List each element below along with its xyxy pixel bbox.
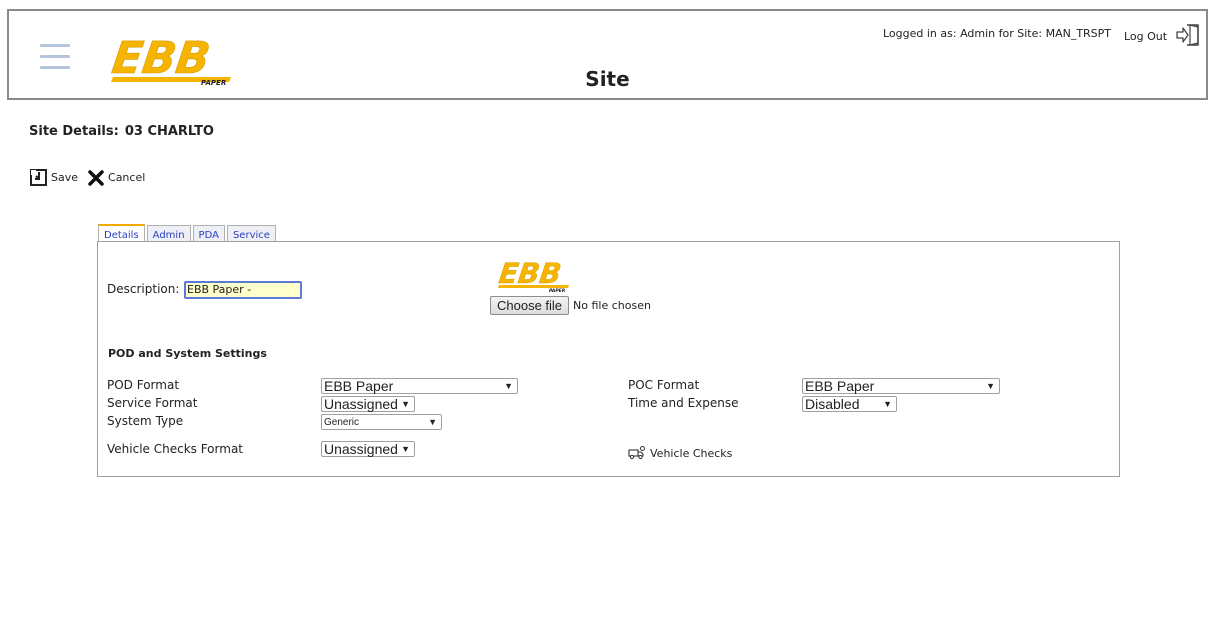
login-info: Logged in as: Admin for Site: MAN_TRSPT bbox=[883, 27, 1112, 40]
svg-text:EBB: EBB bbox=[497, 257, 563, 290]
dropdown-arrow-icon: ▼ bbox=[401, 399, 410, 409]
site-logo-preview: EBB PAPER bbox=[497, 254, 571, 296]
time-and-expense-value: Disabled bbox=[805, 396, 860, 412]
site-code: 03 CHARLTO bbox=[124, 124, 214, 139]
system-type-value: Generic bbox=[324, 417, 360, 428]
dropdown-arrow-icon: ▼ bbox=[428, 417, 437, 427]
pod-format-value: EBB Paper bbox=[324, 378, 394, 394]
pod-format-select[interactable]: EBB Paper ▼ bbox=[321, 378, 518, 394]
system-type-label: System Type bbox=[107, 414, 184, 428]
service-format-select[interactable]: Unassigned ▼ bbox=[321, 396, 415, 412]
save-button[interactable]: Save bbox=[30, 169, 78, 186]
vehicle-checks-label: Vehicle Checks bbox=[650, 446, 733, 460]
svg-text:PAPER: PAPER bbox=[549, 288, 566, 292]
site-details-label: Site Details: bbox=[29, 124, 119, 139]
time-and-expense-select[interactable]: Disabled ▼ bbox=[802, 396, 897, 412]
vehicle-checks-format-label: Vehicle Checks Format bbox=[107, 442, 243, 456]
pod-format-label: POD Format bbox=[107, 378, 180, 392]
close-icon bbox=[88, 169, 104, 186]
vehicle-checks-link[interactable]: Vehicle Checks bbox=[628, 446, 732, 460]
system-type-select[interactable]: Generic ▼ bbox=[321, 414, 442, 430]
site-details-heading: Site Details: 03 CHARLTO bbox=[29, 124, 214, 139]
save-label: Save bbox=[51, 171, 79, 184]
dropdown-arrow-icon: ▼ bbox=[401, 444, 410, 454]
dropdown-arrow-icon: ▼ bbox=[504, 381, 513, 391]
description-label: Description: bbox=[107, 282, 180, 296]
dropdown-arrow-icon: ▼ bbox=[883, 399, 892, 409]
cancel-button[interactable]: Cancel bbox=[88, 169, 146, 186]
app-header: EBB PAPER Site Logged in as: Admin for S… bbox=[7, 9, 1208, 100]
file-status: No file chosen bbox=[573, 299, 651, 312]
service-format-value: Unassigned bbox=[324, 396, 398, 412]
description-input[interactable]: EBB Paper - Farnborough bbox=[184, 281, 302, 299]
vehicle-checks-format-value: Unassigned bbox=[324, 441, 398, 457]
dropdown-arrow-icon: ▼ bbox=[986, 381, 995, 391]
hamburger-menu-icon[interactable] bbox=[40, 42, 70, 70]
section-title: POD and System Settings bbox=[108, 347, 267, 360]
time-and-expense-label: Time and Expense bbox=[628, 396, 739, 410]
logout-label: Log Out bbox=[1124, 29, 1168, 43]
toolbar: Save Cancel bbox=[30, 169, 155, 186]
details-panel: Description: EBB Paper - Farnborough EBB… bbox=[97, 241, 1120, 477]
poc-format-value: EBB Paper bbox=[805, 378, 875, 394]
file-upload: Choose file No file chosen bbox=[490, 296, 651, 315]
service-format-label: Service Format bbox=[107, 396, 198, 410]
exit-door-icon bbox=[1176, 24, 1199, 46]
page-title: Site bbox=[585, 67, 630, 91]
truck-icon bbox=[628, 446, 645, 460]
poc-format-select[interactable]: EBB Paper ▼ bbox=[802, 378, 1000, 394]
cancel-label: Cancel bbox=[108, 171, 146, 184]
choose-file-button[interactable]: Choose file bbox=[490, 296, 570, 315]
logout-button[interactable]: Log Out bbox=[1124, 22, 1201, 48]
save-icon bbox=[30, 169, 47, 186]
vehicle-checks-format-select[interactable]: Unassigned ▼ bbox=[321, 441, 415, 457]
poc-format-label: POC Format bbox=[628, 378, 700, 392]
